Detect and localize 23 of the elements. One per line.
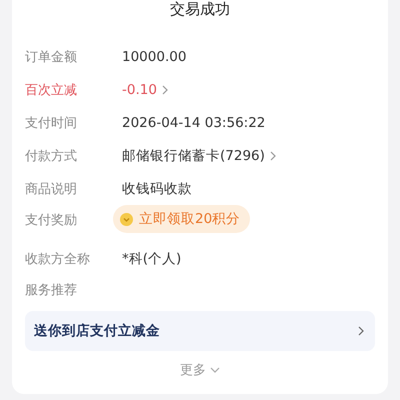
field-value: *科(个人) — [122, 250, 182, 268]
chevron-right-icon — [162, 84, 169, 94]
field-label: 支付时间 — [25, 114, 78, 132]
reward-button[interactable]: 立即领取20积分 — [113, 205, 250, 233]
field-value[interactable]: -0.10 — [122, 82, 157, 98]
field-value[interactable]: 邮储银行储蓄卡(7296) — [122, 146, 265, 164]
chevron-right-icon — [270, 150, 277, 160]
field-label: 支付奖励 — [25, 212, 78, 229]
field-label: 付款方式 — [25, 148, 78, 164]
field-label: 百次立减 — [25, 82, 78, 98]
field-label: 订单金额 — [25, 48, 78, 66]
field-value: 收钱码收款 — [122, 180, 192, 198]
more-button[interactable]: 更多 — [180, 361, 220, 379]
promo-banner[interactable]: 送你到店支付立减金 — [25, 311, 375, 351]
field-value: 2026-04-14 03:56:22 — [122, 114, 266, 130]
field-label: 商品说明 — [25, 180, 78, 198]
field-label: 收款方全称 — [25, 250, 91, 268]
chevron-down-icon — [210, 366, 220, 374]
chevron-right-icon — [358, 326, 365, 336]
coin-icon — [120, 212, 133, 226]
section-heading: 服务推荐 — [25, 282, 78, 300]
field-value: 10000.00 — [122, 48, 186, 64]
page-title: 交易成功 — [169, 0, 231, 20]
